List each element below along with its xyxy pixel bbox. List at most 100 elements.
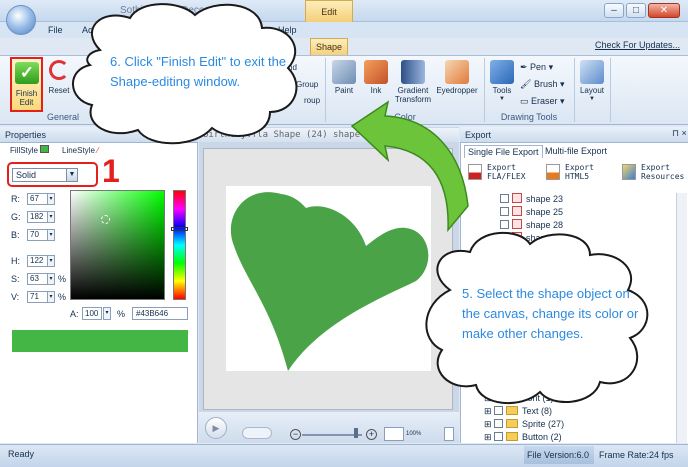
play-button[interactable]: ▶ [205, 417, 227, 439]
heart-shape[interactable] [226, 186, 431, 371]
shape-icon [512, 258, 522, 268]
h-spinner[interactable]: ▾ [47, 255, 55, 267]
shape-icon [512, 219, 522, 229]
shape-icon [512, 271, 522, 281]
g-spinner[interactable]: ▾ [47, 211, 55, 223]
checkbox[interactable] [500, 350, 509, 359]
finish-edit-button[interactable]: ✓ Finish Edit [10, 57, 43, 112]
partial-group-label: Group [296, 80, 319, 89]
color-picker-cursor[interactable] [101, 215, 110, 224]
tree-item-shape[interactable]: shape 28 [500, 219, 563, 232]
step-1-highlight [7, 162, 98, 187]
tab-single-file-export[interactable]: Single File Export [464, 145, 543, 158]
tree-folder-font[interactable]: ⊞ Font (1) [484, 392, 554, 405]
v-spinner[interactable]: ▾ [47, 291, 55, 303]
checkbox[interactable] [500, 233, 509, 242]
b-spinner[interactable]: ▾ [47, 229, 55, 241]
tools-button[interactable]: Tools ▼ [488, 60, 516, 104]
checkmark-icon: ✓ [15, 62, 39, 84]
hue-slider-handle[interactable] [171, 227, 188, 231]
alpha-input[interactable]: 100 [82, 307, 102, 320]
callout-step-6: 6. Click "Finish Edit" to exit the Shape… [110, 54, 287, 89]
checkbox[interactable] [500, 259, 509, 268]
menu-config[interactable]: Config [190, 22, 216, 38]
tree-item-label: shape 32 [526, 246, 564, 256]
eyedropper-button[interactable]: Eyedropper [434, 60, 480, 95]
export-scrollbar[interactable] [676, 193, 687, 443]
tree-item-shape[interactable]: shape 64 (Hit) [500, 362, 583, 375]
properties-header: Properties [0, 127, 198, 143]
alpha-spinner[interactable]: ▾ [103, 307, 111, 320]
hue-slider[interactable] [173, 190, 186, 300]
r-label: R: [11, 194, 20, 204]
folder-icon [506, 432, 519, 441]
zoom-slider-handle[interactable] [354, 428, 358, 438]
application-menu-icon[interactable] [6, 5, 36, 35]
menu-view[interactable]: View [150, 22, 169, 38]
checkbox[interactable] [500, 207, 509, 216]
maximize-button[interactable]: □ [626, 3, 646, 18]
paint-button[interactable]: Paint [330, 60, 358, 95]
zoom-out-icon[interactable]: − [290, 429, 301, 440]
v-label: V: [11, 292, 20, 302]
eraser-button[interactable]: ▭ Eraser ▾ [520, 96, 565, 107]
ink-button[interactable]: Ink [362, 60, 390, 95]
pen-button[interactable]: ✒ Pen ▾ [520, 62, 553, 73]
tab-multi-file-export[interactable]: Multi-file Export [545, 145, 607, 158]
layout-icon [580, 60, 604, 84]
r-spinner[interactable]: ▾ [47, 193, 55, 205]
view-toggle-icon[interactable] [444, 427, 454, 441]
hex-color-input[interactable]: #43B646 [132, 307, 188, 320]
callout-step-5: 5. Select the shape object on the canvas… [462, 286, 639, 341]
export-resources-button[interactable]: Export Resources [641, 163, 687, 181]
html5-file-icon [546, 164, 560, 180]
zoom-in-icon[interactable]: + [366, 429, 377, 440]
menu-file[interactable]: File [48, 22, 63, 38]
checkbox[interactable] [500, 220, 509, 229]
layout-button[interactable]: Layout ▼ [578, 60, 606, 104]
tree-item-shape[interactable]: shape 60 [500, 349, 563, 362]
tree-folder-button[interactable]: ⊞ Button (2) [484, 431, 562, 444]
checkbox[interactable] [500, 363, 509, 372]
export-html5-button[interactable]: Export HTML5 [565, 163, 605, 181]
menu-action[interactable]: Action [82, 22, 107, 38]
tab-shape[interactable]: Shape [310, 38, 348, 56]
tree-item-shape[interactable]: shape 32 [500, 245, 563, 258]
frame-nav-buttons[interactable] [242, 427, 272, 439]
tab-linestyle[interactable]: LineStyle ⁄ [62, 145, 99, 157]
checkbox[interactable] [500, 272, 509, 281]
s-spinner[interactable]: ▾ [47, 273, 55, 285]
pin-icon[interactable]: ⊓ × [672, 128, 687, 139]
tab-fillstyle[interactable]: FillStyle [10, 145, 50, 157]
tree-item-shape[interactable]: shape 40 [500, 271, 563, 284]
ribbon-separator [610, 58, 611, 122]
check-updates-link[interactable]: Check For Updates... [595, 40, 680, 50]
gradient-transform-button[interactable]: Gradient Transform [392, 60, 434, 104]
zoom-slider[interactable] [302, 434, 362, 436]
window-title: Sothink SWF Decompiler [120, 5, 232, 16]
close-button[interactable]: ✕ [648, 3, 680, 18]
checkbox[interactable] [500, 194, 509, 203]
tree-item-shape[interactable]: shape 36 [500, 258, 563, 271]
checkbox[interactable] [500, 246, 509, 255]
export-fla-button[interactable]: Export FLA/FLEX [487, 163, 537, 181]
tree-item-label: shape 36 [526, 259, 564, 269]
shape-icon [512, 362, 522, 372]
minimize-button[interactable]: – [604, 3, 624, 18]
tree-folder-sprite[interactable]: ⊞ Sprite (27) [484, 418, 564, 431]
alpha-percent: % [117, 309, 126, 319]
tree-item-shape[interactable]: shape 25 [500, 206, 563, 219]
fit-view-icon[interactable] [384, 427, 404, 441]
menu-help[interactable]: Help [278, 22, 297, 38]
pencil-icon: ⁄ [97, 146, 99, 155]
tree-item-shape[interactable]: shape 30 [500, 232, 563, 245]
reset-button[interactable]: Reset [46, 60, 72, 95]
tools-label: Tools [492, 86, 512, 95]
eraser-icon: ▭ [520, 96, 532, 106]
color-picker-square[interactable] [70, 190, 165, 300]
layout-dropdown-icon: ▼ [589, 96, 595, 102]
tree-item-label: shape 23 [526, 194, 564, 204]
brush-button[interactable]: 🖌 Brush ▾ [520, 79, 564, 90]
tree-item-shape[interactable]: shape 23 [500, 193, 563, 206]
tree-folder-text[interactable]: ⊞ Text (8) [484, 405, 552, 418]
